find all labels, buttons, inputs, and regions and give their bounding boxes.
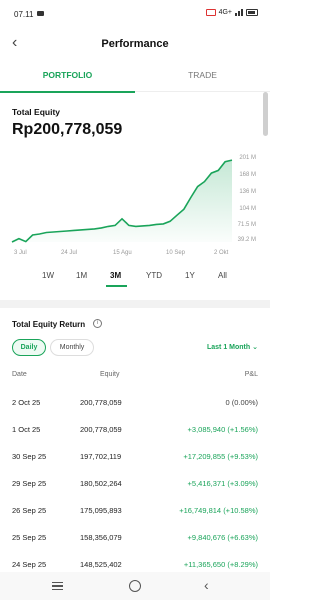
recent-apps-icon[interactable] — [52, 582, 63, 590]
table-row[interactable]: 30 Sep 25 197,702,119 +17,209,855 (+9.53… — [0, 452, 270, 478]
status-bar: 07.11 4G+ — [0, 0, 270, 28]
x-tick: 3 Jul — [14, 250, 27, 256]
scrollbar[interactable] — [263, 92, 268, 136]
row-date: 1 Oct 25 — [12, 425, 41, 434]
camera-icon — [37, 11, 44, 16]
system-nav-bar: ‹ — [0, 572, 270, 600]
back-icon[interactable]: ‹ — [204, 577, 209, 593]
x-tick: 24 Jul — [61, 250, 78, 256]
battery-icon — [246, 9, 258, 16]
row-pnl: +16,749,814 (+10.58%) — [179, 506, 258, 515]
app-header: ‹ Performance — [0, 30, 270, 60]
row-equity: 200,778,059 — [80, 425, 122, 434]
range-1w[interactable]: 1W — [42, 271, 54, 280]
row-equity: 158,356,079 — [80, 533, 122, 542]
row-equity: 180,502,264 — [80, 479, 122, 488]
row-date: 26 Sep 25 — [12, 506, 47, 515]
row-date: 29 Sep 25 — [12, 479, 47, 488]
daily-toggle[interactable]: Daily — [12, 339, 46, 356]
monthly-toggle[interactable]: Monthly — [50, 339, 94, 356]
y-tick: 168 M — [239, 172, 256, 178]
signal-icon — [235, 9, 243, 16]
period-dropdown[interactable]: Last 1 Month ⌄ — [207, 343, 258, 351]
column-header-date: Date — [12, 371, 27, 378]
x-tick: 2 Okt — [214, 250, 229, 256]
table-row[interactable]: 25 Sep 25 158,356,079 +9,840,676 (+6.63%… — [0, 533, 270, 559]
y-tick: 104 M — [239, 206, 256, 212]
range-all[interactable]: All — [218, 271, 227, 280]
status-time: 07.11 — [14, 10, 34, 19]
row-date: 2 Oct 25 — [12, 398, 41, 407]
row-pnl: +5,416,371 (+3.09%) — [187, 479, 258, 488]
tab-portfolio[interactable]: PORTFOLIO — [0, 64, 135, 93]
row-pnl: 0 (0.00%) — [225, 398, 258, 407]
row-date: 25 Sep 25 — [12, 533, 47, 542]
y-tick: 39.2 M — [237, 237, 256, 243]
section-divider — [0, 300, 270, 308]
equity-chart-svg — [11, 159, 233, 243]
info-icon[interactable]: i — [93, 319, 102, 328]
home-icon[interactable] — [129, 580, 141, 592]
range-3m[interactable]: 3M — [110, 271, 121, 280]
row-equity: 148,525,402 — [80, 560, 122, 569]
chevron-down-icon: ⌄ — [252, 344, 258, 351]
row-equity: 197,702,119 — [80, 452, 122, 461]
range-ytd[interactable]: YTD — [146, 271, 162, 280]
x-tick: 15 Agu — [113, 250, 132, 256]
row-equity: 200,778,059 — [80, 398, 122, 407]
column-header-pnl: P&L — [244, 371, 258, 378]
row-pnl: +11,365,650 (+8.29%) — [183, 560, 258, 569]
tab-trade[interactable]: TRADE — [135, 64, 270, 91]
row-pnl: +17,209,855 (+9.53%) — [183, 452, 258, 461]
top-tabs: PORTFOLIO TRADE — [0, 64, 270, 93]
x-tick: 10 Sep — [166, 250, 186, 256]
row-pnl: +9,840,676 (+6.63%) — [187, 533, 258, 542]
total-equity-value: Rp200,778,059 — [12, 121, 123, 138]
table-row[interactable]: 2 Oct 25 200,778,059 0 (0.00%) — [0, 398, 270, 424]
table-row[interactable]: 1 Oct 25 200,778,059 +3,085,940 (+1.56%) — [0, 425, 270, 451]
range-1y[interactable]: 1Y — [185, 271, 195, 280]
table-row[interactable]: 26 Sep 25 175,095,893 +16,749,814 (+10.5… — [0, 506, 270, 532]
table-row[interactable]: 29 Sep 25 180,502,264 +5,416,371 (+3.09%… — [0, 479, 270, 505]
y-tick: 136 M — [239, 189, 256, 195]
row-pnl: +3,085,940 (+1.56%) — [187, 425, 258, 434]
network-type: 4G+ — [218, 9, 232, 16]
period-label: Last 1 Month — [207, 344, 251, 351]
range-active-indicator — [106, 285, 127, 287]
status-icons: 4G+ — [205, 9, 258, 16]
page-title: Performance — [101, 38, 169, 50]
row-equity: 175,095,893 — [80, 506, 122, 515]
equity-chart: 201 M 168 M 136 M 104 M 71.5 M 39.2 M 3 … — [0, 150, 270, 262]
range-1m[interactable]: 1M — [76, 271, 87, 280]
row-date: 30 Sep 25 — [12, 452, 47, 461]
y-tick: 71.5 M — [237, 222, 256, 228]
equity-area — [12, 160, 232, 242]
row-date: 24 Sep 25 — [12, 560, 47, 569]
mute-icon — [205, 9, 216, 16]
range-selector: 1W 1M 3M YTD 1Y All — [0, 269, 270, 289]
y-tick: 201 M — [239, 155, 256, 161]
total-equity-label: Total Equity — [12, 107, 61, 117]
column-header-equity: Equity — [100, 371, 120, 378]
equity-return-title: Total Equity Return — [12, 320, 86, 329]
